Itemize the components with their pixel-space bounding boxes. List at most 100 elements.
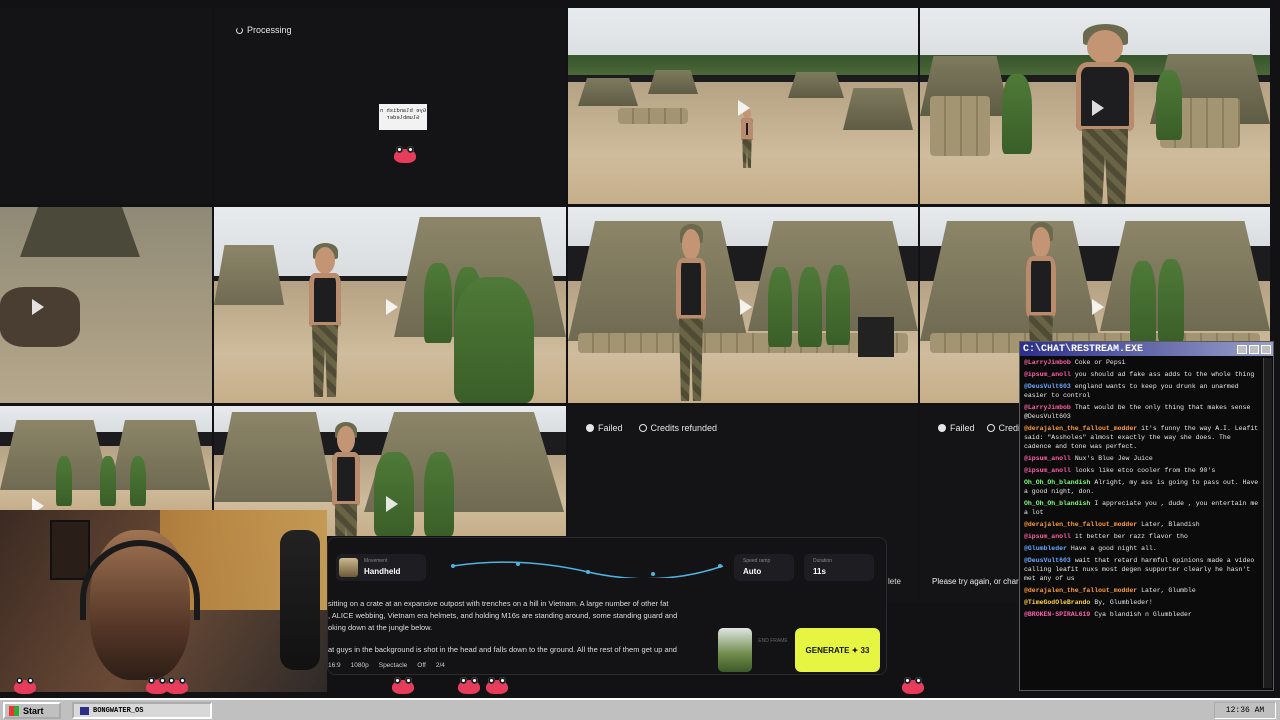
play-icon[interactable]	[1092, 100, 1104, 116]
minimize-icon[interactable]	[1237, 344, 1247, 354]
chat-username: Oh_Oh_Oh_blandish	[1024, 479, 1091, 486]
frog-emote-icon	[902, 677, 924, 694]
maximize-icon[interactable]	[1249, 344, 1259, 354]
video-tile-soldiers-group-1[interactable]	[214, 207, 566, 403]
chat-text: looks like etco cooler from the 90's	[1074, 467, 1216, 474]
chat-text: By, Glumbleder!	[1094, 599, 1153, 606]
taskbar: Start BONGWATER_OS 12:36 AM	[0, 698, 1280, 720]
chat-username: @DeusVult603	[1024, 383, 1071, 390]
info-icon	[986, 424, 995, 432]
chat-message: @ipsum_anoll Nux's Blue Jew Juice	[1024, 454, 1261, 463]
chat-username: @ipsum_anoll	[1024, 371, 1071, 378]
chat-message: Oh_Oh_Oh_blandish Alright, my ass is goin…	[1024, 478, 1261, 496]
play-icon[interactable]	[738, 100, 750, 116]
chat-username: @Glumbleder	[1024, 545, 1067, 552]
chat-text: Have a good night all.	[1070, 545, 1157, 552]
speed-ramp-select[interactable]: Speed ramp Auto	[734, 554, 794, 581]
chat-message: @ipsum_anoll it better ber razz flavor th…	[1024, 532, 1261, 541]
chat-message: @BROKEN-SPIRAL619 Cya blandish n Glumbled…	[1024, 610, 1261, 619]
chat-message: @derajalen_the_fallout_modder Later, Glum…	[1024, 586, 1261, 595]
chat-text: Later, Glumble	[1141, 587, 1196, 594]
chat-username: Oh_Oh_Oh_blandish	[1024, 500, 1091, 507]
chat-username: @derajalen_the_fallout_modder	[1024, 521, 1138, 528]
play-icon[interactable]	[386, 496, 398, 512]
options-bar: 16:9 1080p Spectacle Off 2/4	[328, 662, 445, 669]
chat-text: you should ad fake ass adds to the whole…	[1074, 371, 1255, 378]
frog-emote-icon	[146, 677, 168, 694]
video-tile-empty	[0, 8, 212, 204]
start-frame-thumb[interactable]	[718, 628, 752, 672]
video-tile-soldiers-group-2[interactable]	[568, 207, 918, 403]
system-clock: 12:36 AM	[1214, 702, 1276, 719]
failed-status: Failed Credi	[938, 423, 1019, 433]
chat-username: @LarryJimbob	[1024, 359, 1071, 366]
chat-username: @TimeGodOleBrando	[1024, 599, 1091, 606]
chat-text: Coke or Pepsi	[1074, 359, 1126, 366]
play-icon[interactable]	[32, 299, 44, 315]
microphone-icon	[280, 530, 320, 670]
toggle-option[interactable]: Off	[417, 662, 426, 669]
chat-messages: @LarryJimbob Coke or Pepsi @ipsum_anoll you…	[1024, 358, 1261, 686]
play-icon[interactable]	[32, 498, 44, 510]
chat-username: @DeusVult603	[1024, 557, 1071, 564]
video-tile-tents-row[interactable]	[0, 406, 212, 510]
chat-message: @derajalen_the_fallout_modder Later, Blan…	[1024, 520, 1261, 529]
close-icon[interactable]	[1261, 344, 1271, 354]
chat-username: @ipsum_anoll	[1024, 455, 1071, 462]
mirrored-sign: Gye blandish n Glumbleder	[379, 104, 427, 130]
frog-emote-icon	[394, 146, 416, 163]
chat-message: @TimeGodOleBrando By, Glumbleder!	[1024, 598, 1261, 607]
duration-select[interactable]: Duration 11s	[804, 554, 874, 581]
end-frame-slot[interactable]: END FRAME	[758, 638, 788, 645]
chat-username: @ipsum_anoll	[1024, 533, 1071, 540]
chat-text: Later, Blandish	[1141, 521, 1200, 528]
window-icon	[80, 706, 89, 715]
chat-scrollbar[interactable]	[1263, 358, 1272, 688]
spinner-icon	[236, 26, 243, 34]
resolution-option[interactable]: 1080p	[351, 662, 369, 669]
chat-username: @BROKEN-SPIRAL619	[1024, 611, 1091, 618]
frog-emote-icon	[392, 677, 414, 694]
play-icon[interactable]	[386, 299, 398, 315]
chat-message: @Glumbleder Have a good night all.	[1024, 544, 1261, 553]
prompt-panel: Movement Handheld Speed ramp Auto Durati…	[327, 537, 887, 675]
processing-status: Processing	[236, 25, 292, 35]
video-tile-camp-walk[interactable]	[568, 8, 918, 204]
generate-button[interactable]: GENERATE ✦ 33	[795, 628, 880, 672]
video-tile-failed-2[interactable]: Failed Credi Please try again, or char	[920, 406, 1019, 602]
delete-fragment[interactable]: lete	[888, 577, 901, 586]
failed-icon	[586, 424, 594, 432]
video-tile-bearded-soldier[interactable]	[920, 8, 1270, 204]
chat-text: Cya blandish n Glumbleder	[1094, 611, 1192, 618]
start-button[interactable]: Start	[3, 702, 61, 719]
chat-titlebar[interactable]: C:\CHAT\RESTREAM.EXE	[1020, 342, 1273, 356]
count-option[interactable]: 2/4	[436, 662, 445, 669]
frog-emote-icon	[14, 677, 36, 694]
play-icon[interactable]	[1092, 299, 1104, 315]
video-tile-boots-closeup[interactable]	[0, 207, 212, 403]
frog-emote-icon	[166, 677, 188, 694]
prompt-textarea[interactable]: sitting on a crate at an expansive outpo…	[328, 598, 698, 656]
chat-message: @LarryJimbob Coke or Pepsi	[1024, 358, 1261, 367]
chat-message: @DeusVult603 england wants to keep you dr…	[1024, 382, 1261, 400]
chat-message: @derajalen_the_fallout_modder it's funny …	[1024, 424, 1261, 451]
chat-text: Nux's Blue Jew Juice	[1074, 455, 1153, 462]
movement-curve[interactable]	[448, 556, 726, 578]
play-icon[interactable]	[740, 299, 752, 315]
frog-emote-icon	[486, 677, 508, 694]
movement-select[interactable]: Movement Handheld	[336, 554, 426, 581]
aspect-option[interactable]: 16:9	[328, 662, 341, 669]
chat-username: @LarryJimbob	[1024, 404, 1071, 411]
chat-message: @ipsum_anoll looks like etco cooler from …	[1024, 466, 1261, 475]
chat-message: @ipsum_anoll you should ad fake ass adds …	[1024, 370, 1261, 379]
chat-username: @derajalen_the_fallout_modder	[1024, 587, 1138, 594]
video-tile-processing[interactable]: Processing Gye blandish n Glumbleder	[214, 8, 566, 204]
desktop: Processing Gye blandish n Glumbleder Fai…	[0, 0, 1280, 700]
style-option[interactable]: Spectacle	[379, 662, 408, 669]
chat-window[interactable]: C:\CHAT\RESTREAM.EXE @LarryJimbob Coke or…	[1019, 341, 1274, 691]
chat-username: @ipsum_anoll	[1024, 467, 1071, 474]
chat-username: @derajalen_the_fallout_modder	[1024, 425, 1138, 432]
webcam-overlay	[0, 510, 327, 692]
movement-thumb-icon	[339, 558, 358, 577]
taskbar-window-button[interactable]: BONGWATER_OS	[72, 702, 212, 719]
